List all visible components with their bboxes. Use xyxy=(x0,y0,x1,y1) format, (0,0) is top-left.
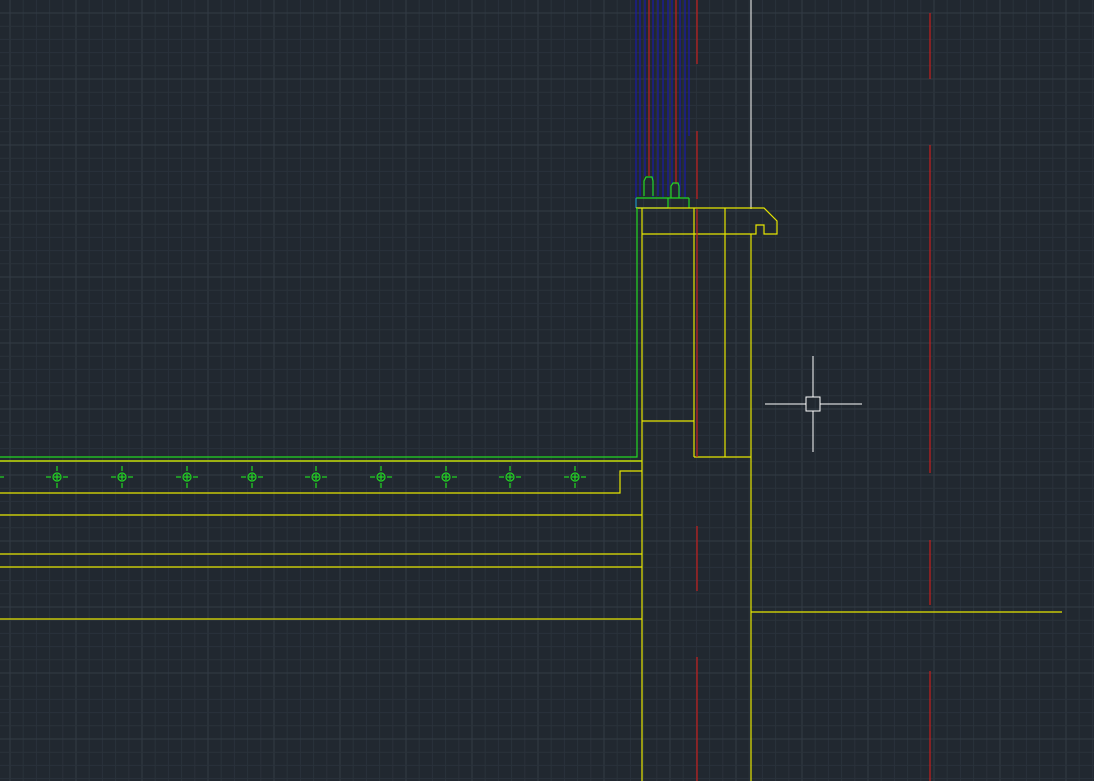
rebar-symbol-icon xyxy=(0,476,4,478)
rebar-symbol-icon xyxy=(370,466,392,488)
drawing-canvas[interactable] xyxy=(0,0,1094,781)
rebar-symbol-icon xyxy=(111,466,133,488)
rebar-symbol-icon xyxy=(564,466,586,488)
crosshair-pickbox-icon xyxy=(765,356,862,452)
rebar-symbol-icon xyxy=(241,466,263,488)
cyan-base-plate xyxy=(635,198,668,209)
rebar-symbol-icon xyxy=(305,466,327,488)
rebar-symbol-icon xyxy=(499,466,521,488)
slab-lines xyxy=(0,460,1062,620)
rebar-symbol-icon xyxy=(435,466,457,488)
cad-svg[interactable] xyxy=(0,0,1094,781)
drawing-geometry xyxy=(0,0,1062,781)
green-outline xyxy=(0,208,642,462)
